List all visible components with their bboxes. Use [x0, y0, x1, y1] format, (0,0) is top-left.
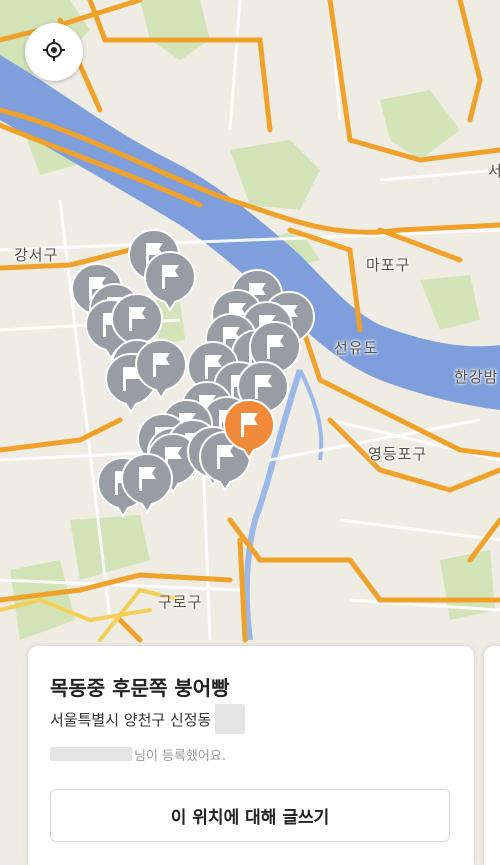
- username-redacted: [50, 747, 132, 761]
- store-address-row: 서울특별시 양천구 신정동: [50, 704, 246, 734]
- write-post-button[interactable]: 이 위치에 대해 글쓰기: [50, 789, 450, 842]
- map-label-hangang: 한강밤: [454, 368, 499, 386]
- store-address: 서울특별시 양천구 신정동: [50, 710, 212, 729]
- map-label-gangseo: 강서구: [14, 246, 59, 264]
- current-location-button[interactable]: [25, 23, 83, 81]
- map-label-yeongdeungpo: 영등포구: [368, 445, 428, 463]
- registered-by-text: 님이 등록했어요.: [134, 748, 226, 764]
- map-pin-selected[interactable]: [222, 398, 276, 460]
- map-label-seonyudo: 선유도: [334, 339, 379, 357]
- map-label-mapo: 마포구: [366, 256, 411, 274]
- map-pin[interactable]: [120, 452, 174, 514]
- next-card-peek[interactable]: [484, 646, 500, 865]
- registered-by-row: 님이 등록했어요.: [50, 744, 226, 764]
- map-label-edge: 서: [488, 162, 500, 180]
- crosshair-icon: [42, 38, 66, 66]
- address-redacted: [215, 704, 246, 734]
- map-label-guro: 구로구: [158, 593, 203, 611]
- store-title: 목동중 후문쪽 붕어빵: [50, 676, 230, 700]
- store-card[interactable]: 목동중 후문쪽 붕어빵 서울특별시 양천구 신정동 님이 등록했어요. 이 위치…: [28, 646, 474, 865]
